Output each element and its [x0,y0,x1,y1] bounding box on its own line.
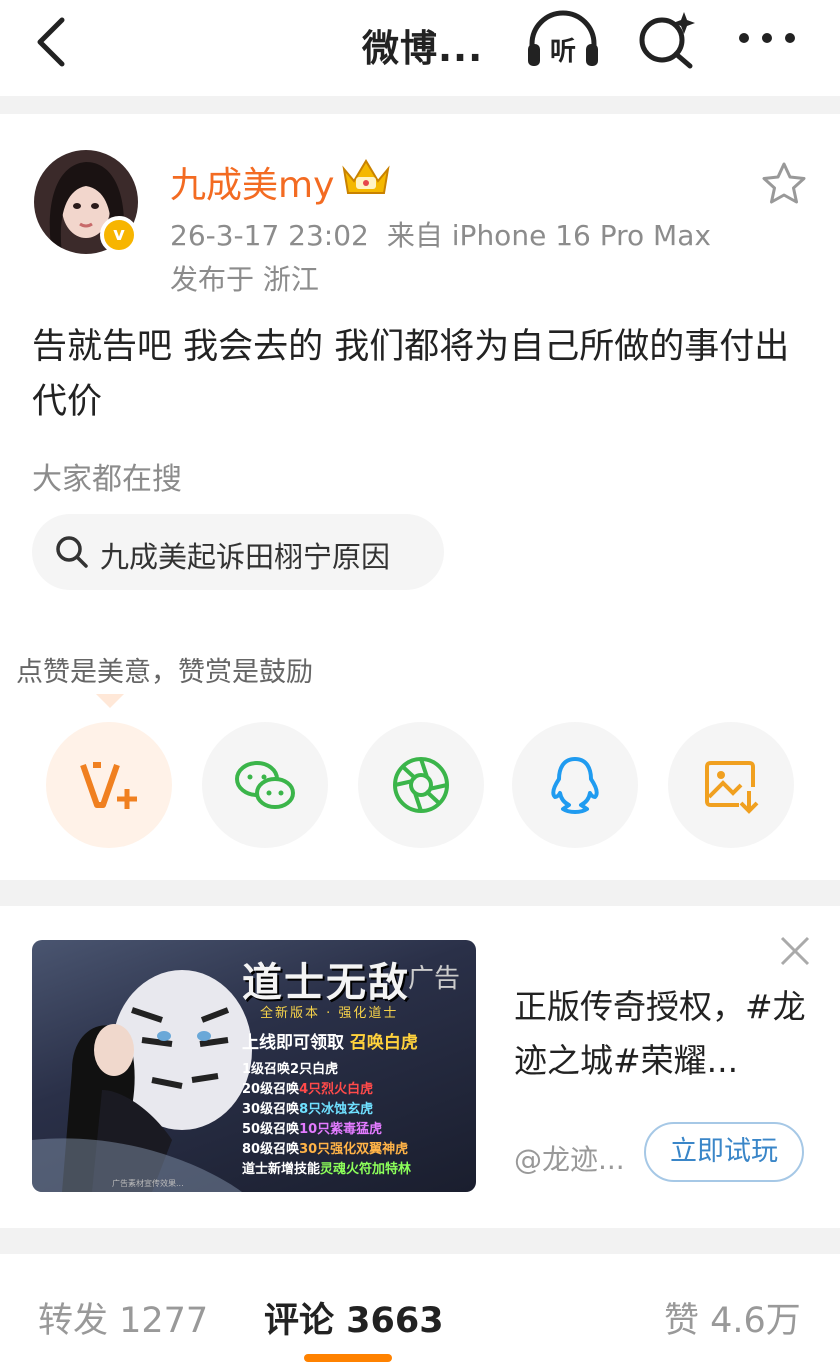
back-arrow-icon[interactable] [28,14,76,70]
tip-pointer [96,694,124,708]
ad-image[interactable]: 道士无敌 广告 全新版本 · 强化道士 上线即可领取 召唤白虎 1级召唤2只白虎… [32,940,476,1192]
share-qq-button[interactable] [512,722,638,848]
ad-line: 80级召唤30只强化双翼神虎 [242,1142,409,1157]
tab-like[interactable]: 赞 4.6万 [664,1292,801,1343]
favorite-star-icon[interactable] [760,160,808,208]
ad-image-lines: 1级召唤2只白虎 20级召唤4只烈火白虎 30级召唤8只冰蚀玄虎 50级召唤10… [242,1060,411,1180]
post-source: 来自 iPhone 16 Pro Max [386,219,711,252]
post-time: 26-3-17 23:02 [170,219,369,252]
active-tab-indicator [304,1354,392,1362]
share-wechat-button[interactable] [202,722,328,848]
ad-fine-print: 广告素材宣传效果... [112,1179,184,1188]
wechat-icon [235,761,295,809]
ad-image-title: 道士无敌 [242,959,410,1006]
post-meta: 26-3-17 23:02 来自 iPhone 16 Pro Max [170,214,711,254]
crown-member-icon [340,155,392,199]
ad-line: 道士新增技能灵魂火符加特林 [242,1162,412,1177]
page-title: 微博... [362,27,484,70]
post-location: 发布于 浙江 [170,263,319,296]
verified-badge-icon: v [100,216,138,254]
top-nav-bar: 微博... 听 [0,0,840,96]
ad-tag: 广告 [408,964,461,994]
ad-text[interactable]: 正版传奇授权，#龙迹之城#荣耀... [514,980,810,1088]
tab-comment[interactable]: 评论 3663 [264,1292,444,1343]
save-image-icon [705,761,759,814]
ai-search-icon[interactable] [634,8,700,70]
ad-line: 50级召唤10只紫毒猛虎 [242,1122,383,1137]
ad-handle[interactable]: @龙迹... [514,1138,625,1178]
share-moments-button[interactable] [358,722,484,848]
reward-tip: 点赞是美意，赞赏是鼓励 [16,657,313,688]
ad-image-subtitle: 全新版本 · 强化道士 [260,1006,399,1021]
ad-line: 1级召唤2只白虎 [242,1062,339,1077]
ad-image-headline: 上线即可领取 召唤白虎 [242,1033,418,1053]
hot-search-chip[interactable]: 九成美起诉田栩宁原因 [32,514,444,590]
section-divider [0,1228,840,1254]
v-plus-icon [80,762,137,809]
ad-line: 20级召唤4只烈火白虎 [242,1082,374,1097]
ad-line: 30级召唤8只冰蚀玄虎 [242,1102,374,1117]
save-image-button[interactable] [668,722,794,848]
more-options-icon[interactable] [736,18,798,58]
hot-search-query: 九成美起诉田栩宁原因 [100,540,391,574]
listen-headphones-icon[interactable]: 听 [524,10,602,70]
section-divider [0,96,840,114]
v-plus-button[interactable] [46,722,172,848]
close-icon[interactable] [778,934,812,968]
moments-icon [393,757,449,813]
section-divider [0,880,840,906]
listen-label: 听 [550,37,576,67]
try-now-button[interactable]: 立即试玩 [644,1122,804,1182]
post-content: 告就告吧 我会去的 我们都将为自己所做的事付出代价 [32,327,790,422]
tab-repost[interactable]: 转发 1277 [38,1292,208,1343]
hot-search-label: 大家都在搜 [32,462,182,497]
username[interactable]: 九成美my [170,156,334,208]
qq-icon [551,757,599,814]
search-icon [54,534,90,570]
